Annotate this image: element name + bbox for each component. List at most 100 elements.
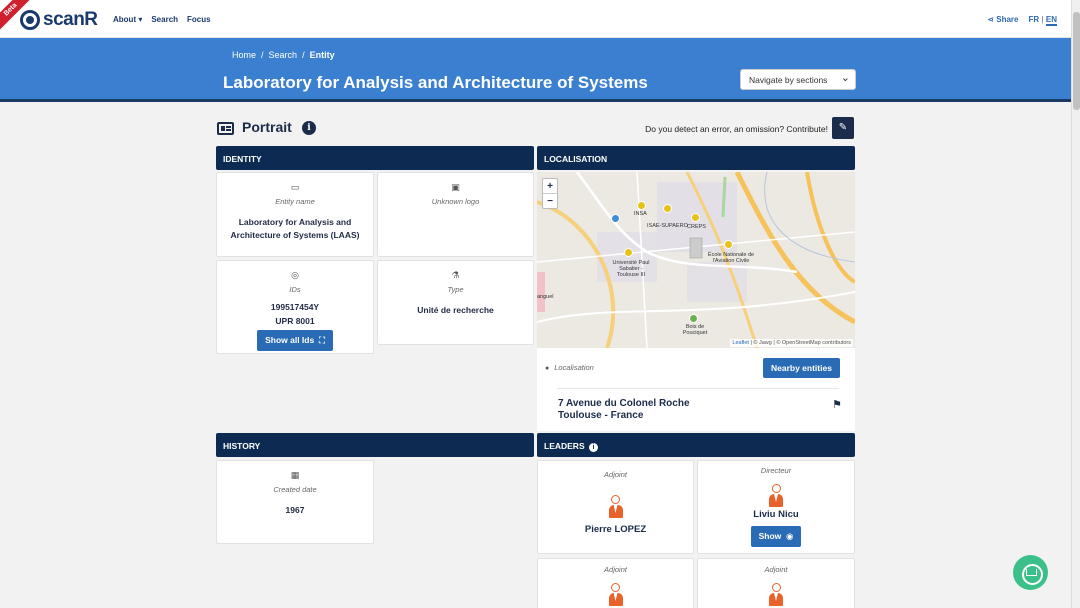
pencil-icon: ✎ — [838, 122, 848, 133]
breadcrumb-sep: / — [261, 50, 264, 60]
map-label: Université Paul Sabatier - Toulouse III — [612, 260, 650, 278]
leader-name: Liviu Nicu — [753, 509, 799, 520]
logo-label: Unknown logo — [431, 197, 480, 206]
zoom-out-button[interactable]: − — [543, 194, 557, 209]
created-date-card: ▦ Created date 1967 — [216, 460, 374, 544]
map-credit-text: | © Jawg | © OpenStreetMap contributors — [748, 340, 851, 346]
leader-card: Adjoint Pierre LOPEZ — [537, 460, 694, 554]
fingerprint-icon: ◎ — [291, 270, 299, 280]
leader-card: Adjoint — [697, 558, 855, 608]
id-card-icon — [217, 122, 234, 135]
ids-card: ◎ IDs 199517454Y UPR 8001 Show all Ids ⛶ — [216, 260, 374, 354]
flask-icon: ⚗ — [451, 270, 460, 280]
scrollbar[interactable] — [1071, 0, 1080, 608]
share-button[interactable]: ⋖ Share — [987, 15, 1018, 24]
show-leader-button[interactable]: Show ◉ — [750, 526, 802, 547]
id-badge-icon: ▭ — [290, 182, 300, 192]
portrait-header: Portrait i Do you detect an error, an om… — [216, 117, 856, 143]
zoom-in-button[interactable]: + — [543, 179, 557, 194]
leader-role: Adjoint — [604, 565, 627, 574]
lang-fr[interactable]: FR — [1028, 15, 1039, 24]
main-nav: About ▾ Search Focus — [113, 15, 211, 24]
map-poi[interactable] — [691, 213, 700, 222]
nav-search[interactable]: Search — [151, 15, 178, 24]
map-zoom-control: + − — [542, 178, 558, 209]
id-value-2: UPR 8001 — [275, 316, 315, 326]
id-value-1: 199517454Y — [270, 302, 320, 312]
breadcrumb-search[interactable]: Search — [269, 50, 298, 60]
map-poi[interactable] — [663, 204, 672, 213]
nav-about[interactable]: About ▾ — [113, 15, 142, 24]
lang-en[interactable]: EN — [1045, 15, 1057, 26]
map[interactable]: + − INSA ISAE-SUPAERO CREPS Université P… — [537, 172, 855, 348]
flag-icon[interactable]: ⚑ — [832, 398, 842, 411]
map-poi[interactable] — [637, 201, 646, 210]
map-poi[interactable] — [624, 248, 633, 257]
logo-text: scanR — [43, 9, 98, 30]
show-all-ids-button[interactable]: Show all Ids ⛶ — [257, 330, 333, 351]
person-icon — [608, 583, 623, 607]
scanr-logo[interactable]: scanR — [20, 9, 98, 31]
person-icon — [769, 484, 783, 508]
map-poi[interactable] — [689, 314, 698, 323]
leader-role: Directeur — [760, 466, 792, 475]
localisation-header: LOCALISATION — [537, 146, 855, 170]
person-icon — [608, 495, 623, 519]
created-date-value: 1967 — [285, 505, 305, 515]
leader-role: Adjoint — [604, 470, 627, 479]
navigate-sections-select[interactable]: Navigate by sections — [740, 69, 856, 90]
breadcrumb-current: Entity — [309, 50, 335, 60]
leaders-title: LEADERS — [544, 441, 585, 451]
divider — [557, 388, 839, 389]
map-label: CREPS — [687, 224, 706, 230]
entity-name-value: Laboratory for Analysis and Architecture… — [230, 217, 360, 240]
leader-name: Pierre LOPEZ — [584, 524, 647, 535]
map-label: École Nationale de l'Aviation Civile — [707, 252, 755, 264]
map-poi[interactable] — [611, 214, 620, 223]
map-label: INSA — [634, 211, 647, 217]
identity-header: IDENTITY — [216, 146, 534, 170]
map-label: Bois de Pouciquet — [682, 324, 708, 336]
nav-right: ⋖ Share FR | EN — [987, 15, 1057, 26]
share-icon: ⋖ — [987, 15, 997, 24]
person-icon — [769, 583, 783, 607]
image-icon: ▣ — [451, 182, 460, 192]
calendar-icon: ▦ — [290, 470, 300, 480]
scrollbar-thumb[interactable] — [1073, 12, 1080, 110]
page-title: Laboratory for Analysis and Architecture… — [223, 73, 648, 92]
breadcrumb: Home / Search / Entity — [232, 50, 335, 60]
info-icon[interactable]: i — [589, 443, 598, 452]
expand-icon: ⛶ — [316, 335, 325, 345]
portrait-title: Portrait — [242, 119, 292, 135]
chat-icon[interactable] — [1013, 555, 1048, 590]
address-line-2: Toulouse - France — [558, 410, 644, 421]
entity-name-label: Entity name — [275, 197, 315, 206]
nearby-entities-button[interactable]: Nearby entities — [763, 358, 840, 378]
type-label: Type — [447, 285, 464, 294]
breadcrumb-sep: / — [302, 50, 305, 60]
map-poi[interactable] — [724, 240, 733, 249]
edit-button[interactable]: ✎ — [832, 117, 854, 139]
localisation-card: Localisation Nearby entities 7 Avenue du… — [537, 348, 855, 431]
map-label: ISAE-SUPAERO — [647, 223, 688, 229]
info-icon[interactable]: i — [302, 121, 316, 135]
breadcrumb-home[interactable]: Home — [232, 50, 256, 60]
nav-focus[interactable]: Focus — [187, 15, 211, 24]
page-header: Home / Search / Entity Laboratory for An… — [0, 38, 1071, 102]
type-card: ⚗ Type Unité de recherche — [377, 260, 534, 345]
map-label: anguel — [537, 294, 554, 300]
leaflet-link[interactable]: Leaflet — [732, 340, 749, 346]
entity-name-card: ▭ Entity name Laboratory for Analysis an… — [216, 172, 374, 257]
leader-card: Directeur Liviu Nicu Show ◉ — [697, 460, 855, 554]
address-line-1: 7 Avenue du Colonel Roche — [558, 398, 690, 409]
top-navbar: Beta scanR About ▾ Search Focus ⋖ Share … — [0, 0, 1071, 38]
type-value: Unité de recherche — [417, 305, 494, 315]
lang-separator: | — [1041, 15, 1044, 24]
created-date-label: Created date — [273, 485, 317, 494]
leader-role: Adjoint — [764, 565, 788, 574]
logo-icon — [20, 10, 40, 30]
eye-icon: ◉ — [783, 531, 794, 541]
leaders-header: LEADERS i — [537, 433, 855, 457]
logo-card: ▣ Unknown logo — [377, 172, 534, 257]
localisation-label: Localisation — [545, 363, 594, 372]
